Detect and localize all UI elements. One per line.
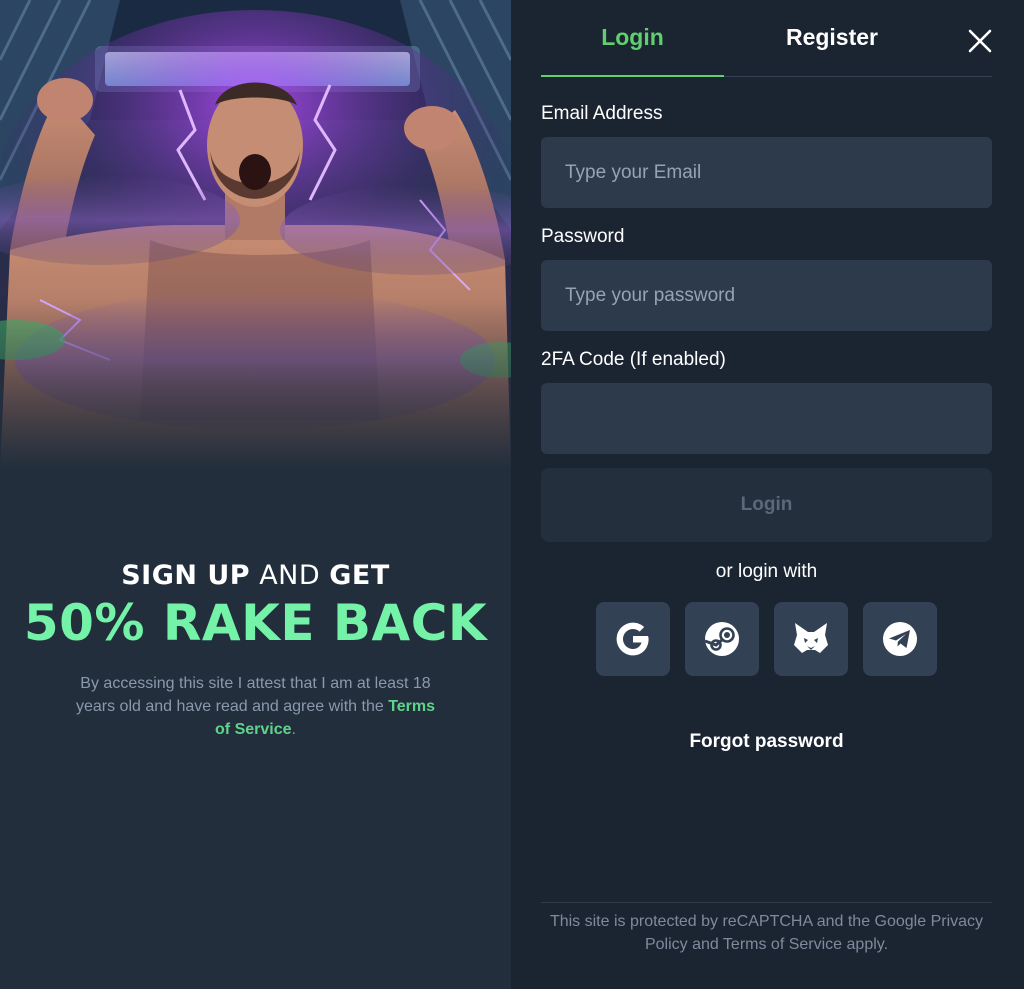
metamask-icon	[794, 623, 828, 653]
promo-hero-image	[0, 0, 511, 470]
close-button[interactable]	[966, 27, 994, 55]
twofa-label: 2FA Code (If enabled)	[541, 349, 726, 370]
age-disclaimer-suffix: .	[291, 721, 296, 738]
email-label: Email Address	[541, 103, 663, 124]
steam-icon	[704, 622, 739, 656]
email-field[interactable]	[541, 137, 992, 208]
google-login-button[interactable]	[596, 602, 670, 676]
age-disclaimer: By accessing this site I attest that I a…	[75, 672, 436, 741]
login-submit-button[interactable]: Login	[541, 468, 992, 542]
promo-heading-signup: SIGN UP	[121, 560, 251, 591]
tab-register[interactable]: Register	[732, 24, 932, 56]
footer-divider	[541, 902, 992, 903]
google-icon	[616, 622, 649, 656]
password-field[interactable]	[541, 260, 992, 331]
login-panel: Login Register Email Address Password 2F…	[511, 0, 1024, 989]
auth-modal: SIGN UP AND GET 50% RAKE BACK By accessi…	[0, 0, 1024, 989]
promo-offer: 50% RAKE BACK	[23, 594, 488, 652]
promo-heading: SIGN UP AND GET	[0, 560, 511, 591]
tab-login[interactable]: Login	[541, 24, 724, 56]
forgot-password-link[interactable]: Forgot password	[541, 731, 992, 753]
steam-login-button[interactable]	[685, 602, 759, 676]
metamask-login-button[interactable]	[774, 602, 848, 676]
twofa-code-field[interactable]	[541, 383, 992, 454]
recaptcha-notice: This site is protected by reCAPTCHA and …	[549, 913, 984, 953]
promo-heading-and: AND	[259, 560, 321, 591]
promo-heading-get: GET	[329, 560, 390, 591]
close-icon	[968, 29, 992, 53]
password-label: Password	[541, 226, 625, 247]
telegram-icon	[883, 622, 917, 656]
telegram-login-button[interactable]	[863, 602, 937, 676]
age-disclaimer-text: By accessing this site I attest that I a…	[75, 675, 431, 715]
or-login-with-label: or login with	[715, 561, 818, 582]
active-tab-indicator	[541, 75, 724, 77]
promo-panel: SIGN UP AND GET 50% RAKE BACK By accessi…	[0, 0, 511, 989]
